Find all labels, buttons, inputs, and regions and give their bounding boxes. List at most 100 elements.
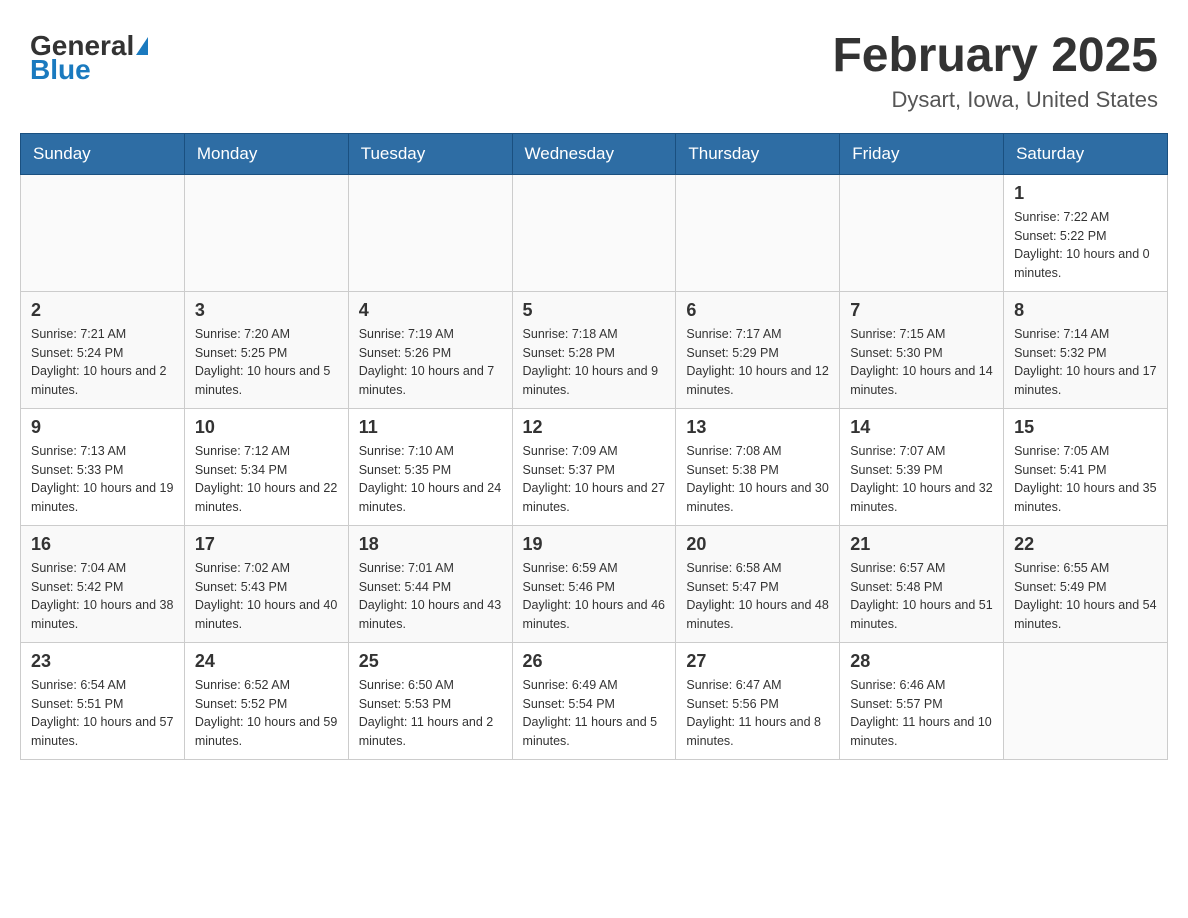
day-number: 17: [195, 534, 338, 555]
calendar-cell: 14Sunrise: 7:07 AMSunset: 5:39 PMDayligh…: [840, 408, 1004, 525]
calendar-cell: 10 Sunrise: 7:12 AMSunset: 5:34 PMDayligh…: [184, 408, 348, 525]
calendar-cell: 25 Sunrise: 6:50 AMSunset: 5:53 PMDayligh…: [348, 642, 512, 759]
calendar-cell: 17Sunrise: 7:02 AMSunset: 5:43 PMDayligh…: [184, 525, 348, 642]
calendar-cell: [840, 174, 1004, 291]
day-number: 15: [1014, 417, 1157, 438]
day-number: 8: [1014, 300, 1157, 321]
calendar-cell: 8 Sunrise: 7:14 AMSunset: 5:32 PMDaylight…: [1004, 291, 1168, 408]
day-info: Sunrise: 7:04 AMSunset: 5:42 PMDaylight:…: [31, 559, 174, 634]
calendar-cell: 11 Sunrise: 7:10 AMSunset: 5:35 PMDayligh…: [348, 408, 512, 525]
day-info: Sunrise: 7:09 AMSunset: 5:37 PMDaylight:…: [523, 442, 666, 517]
day-info: Sunrise: 7:15 AMSunset: 5:30 PMDaylight:…: [850, 325, 993, 400]
day-info: Sunrise: 7:08 AMSunset: 5:38 PMDaylight:…: [686, 442, 829, 517]
day-info: Sunrise: 7:01 AMSunset: 5:44 PMDaylight:…: [359, 559, 502, 634]
calendar-cell: 18 Sunrise: 7:01 AMSunset: 5:44 PMDayligh…: [348, 525, 512, 642]
day-info: Sunrise: 6:58 AMSunset: 5:47 PMDaylight:…: [686, 559, 829, 634]
day-number: 25: [359, 651, 502, 672]
calendar-cell: 27Sunrise: 6:47 AMSunset: 5:56 PMDayligh…: [676, 642, 840, 759]
calendar-cell: [676, 174, 840, 291]
weekday-header-sunday: Sunday: [21, 133, 185, 174]
calendar-cell: 3Sunrise: 7:20 AMSunset: 5:25 PMDaylight…: [184, 291, 348, 408]
calendar-cell: [512, 174, 676, 291]
day-info: Sunrise: 7:19 AMSunset: 5:26 PMDaylight:…: [359, 325, 502, 400]
day-number: 3: [195, 300, 338, 321]
day-number: 20: [686, 534, 829, 555]
day-info: Sunrise: 7:13 AMSunset: 5:33 PMDaylight:…: [31, 442, 174, 517]
day-info: Sunrise: 7:22 AMSunset: 5:22 PMDaylight:…: [1014, 208, 1157, 283]
weekday-header-thursday: Thursday: [676, 133, 840, 174]
calendar-week-3: 9 Sunrise: 7:13 AMSunset: 5:33 PMDaylight…: [21, 408, 1168, 525]
day-number: 10: [195, 417, 338, 438]
day-number: 22: [1014, 534, 1157, 555]
day-number: 26: [523, 651, 666, 672]
weekday-header-row: SundayMondayTuesdayWednesdayThursdayFrid…: [21, 133, 1168, 174]
page-header: General Blue February 2025 Dysart, Iowa,…: [20, 20, 1168, 113]
logo: General Blue: [30, 30, 148, 86]
day-number: 27: [686, 651, 829, 672]
calendar-cell: 22 Sunrise: 6:55 AMSunset: 5:49 PMDayligh…: [1004, 525, 1168, 642]
calendar-cell: 12 Sunrise: 7:09 AMSunset: 5:37 PMDayligh…: [512, 408, 676, 525]
calendar-cell: 4 Sunrise: 7:19 AMSunset: 5:26 PMDaylight…: [348, 291, 512, 408]
calendar-week-5: 23Sunrise: 6:54 AMSunset: 5:51 PMDayligh…: [21, 642, 1168, 759]
day-number: 21: [850, 534, 993, 555]
day-number: 24: [195, 651, 338, 672]
day-info: Sunrise: 6:54 AMSunset: 5:51 PMDaylight:…: [31, 676, 174, 751]
day-number: 6: [686, 300, 829, 321]
calendar-cell: 24 Sunrise: 6:52 AMSunset: 5:52 PMDayligh…: [184, 642, 348, 759]
calendar-week-2: 2 Sunrise: 7:21 AMSunset: 5:24 PMDaylight…: [21, 291, 1168, 408]
day-info: Sunrise: 6:59 AMSunset: 5:46 PMDaylight:…: [523, 559, 666, 634]
calendar-cell: 19 Sunrise: 6:59 AMSunset: 5:46 PMDayligh…: [512, 525, 676, 642]
calendar-cell: 5 Sunrise: 7:18 AMSunset: 5:28 PMDaylight…: [512, 291, 676, 408]
day-number: 18: [359, 534, 502, 555]
day-info: Sunrise: 7:10 AMSunset: 5:35 PMDaylight:…: [359, 442, 502, 517]
calendar-cell: 20 Sunrise: 6:58 AMSunset: 5:47 PMDayligh…: [676, 525, 840, 642]
location-subtitle: Dysart, Iowa, United States: [832, 87, 1158, 113]
weekday-header-friday: Friday: [840, 133, 1004, 174]
title-block: February 2025 Dysart, Iowa, United State…: [832, 30, 1158, 113]
day-info: Sunrise: 7:12 AMSunset: 5:34 PMDaylight:…: [195, 442, 338, 517]
day-info: Sunrise: 6:50 AMSunset: 5:53 PMDaylight:…: [359, 676, 502, 751]
calendar-week-4: 16Sunrise: 7:04 AMSunset: 5:42 PMDayligh…: [21, 525, 1168, 642]
calendar-cell: [21, 174, 185, 291]
calendar-cell: 6 Sunrise: 7:17 AMSunset: 5:29 PMDaylight…: [676, 291, 840, 408]
day-info: Sunrise: 6:52 AMSunset: 5:52 PMDaylight:…: [195, 676, 338, 751]
day-info: Sunrise: 7:18 AMSunset: 5:28 PMDaylight:…: [523, 325, 666, 400]
day-number: 19: [523, 534, 666, 555]
calendar-cell: 2 Sunrise: 7:21 AMSunset: 5:24 PMDaylight…: [21, 291, 185, 408]
day-number: 7: [850, 300, 993, 321]
day-number: 13: [686, 417, 829, 438]
day-info: Sunrise: 6:55 AMSunset: 5:49 PMDaylight:…: [1014, 559, 1157, 634]
calendar-week-1: 1 Sunrise: 7:22 AMSunset: 5:22 PMDaylight…: [21, 174, 1168, 291]
calendar-cell: [184, 174, 348, 291]
calendar-cell: 1 Sunrise: 7:22 AMSunset: 5:22 PMDaylight…: [1004, 174, 1168, 291]
day-number: 1: [1014, 183, 1157, 204]
day-number: 12: [523, 417, 666, 438]
month-year-title: February 2025: [832, 30, 1158, 83]
calendar-cell: 7 Sunrise: 7:15 AMSunset: 5:30 PMDaylight…: [840, 291, 1004, 408]
day-info: Sunrise: 7:05 AMSunset: 5:41 PMDaylight:…: [1014, 442, 1157, 517]
calendar-cell: [1004, 642, 1168, 759]
weekday-header-wednesday: Wednesday: [512, 133, 676, 174]
day-number: 4: [359, 300, 502, 321]
weekday-header-saturday: Saturday: [1004, 133, 1168, 174]
day-info: Sunrise: 7:21 AMSunset: 5:24 PMDaylight:…: [31, 325, 174, 400]
day-info: Sunrise: 6:46 AMSunset: 5:57 PMDaylight:…: [850, 676, 993, 751]
day-info: Sunrise: 7:17 AMSunset: 5:29 PMDaylight:…: [686, 325, 829, 400]
calendar-cell: 21 Sunrise: 6:57 AMSunset: 5:48 PMDayligh…: [840, 525, 1004, 642]
calendar-cell: 9 Sunrise: 7:13 AMSunset: 5:33 PMDaylight…: [21, 408, 185, 525]
calendar-cell: 23Sunrise: 6:54 AMSunset: 5:51 PMDayligh…: [21, 642, 185, 759]
day-info: Sunrise: 7:14 AMSunset: 5:32 PMDaylight:…: [1014, 325, 1157, 400]
day-number: 28: [850, 651, 993, 672]
day-info: Sunrise: 7:07 AMSunset: 5:39 PMDaylight:…: [850, 442, 993, 517]
logo-triangle-icon: [136, 37, 148, 55]
day-number: 2: [31, 300, 174, 321]
calendar-cell: [348, 174, 512, 291]
day-number: 9: [31, 417, 174, 438]
day-number: 11: [359, 417, 502, 438]
day-number: 5: [523, 300, 666, 321]
logo-blue: Blue: [30, 54, 91, 86]
day-info: Sunrise: 6:57 AMSunset: 5:48 PMDaylight:…: [850, 559, 993, 634]
calendar-cell: 15 Sunrise: 7:05 AMSunset: 5:41 PMDayligh…: [1004, 408, 1168, 525]
calendar-cell: 28 Sunrise: 6:46 AMSunset: 5:57 PMDayligh…: [840, 642, 1004, 759]
calendar-cell: 26Sunrise: 6:49 AMSunset: 5:54 PMDayligh…: [512, 642, 676, 759]
